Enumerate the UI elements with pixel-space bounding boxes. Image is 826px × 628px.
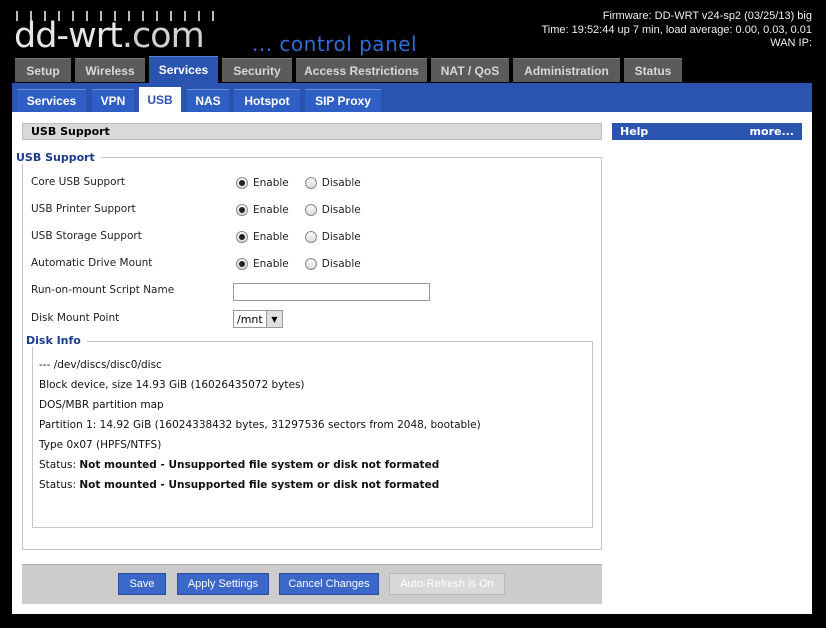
tab-security[interactable]: Security [222,58,292,82]
main-content: USB Support USB Support Core USB Support… [12,112,812,614]
auto-mount-disable-radio[interactable] [304,258,317,270]
disable-label: Disable [321,204,361,216]
control-panel-subtitle: ... control panel [252,32,418,56]
core-usb-disable-radio[interactable] [304,177,317,189]
disable-label: Disable [321,231,361,243]
core-usb-label: Core USB Support [31,176,126,188]
usb-storage-radio-group: Enable Disable [236,231,377,243]
enable-label: Enable [253,231,289,243]
logo-main: dd-wrt [14,16,123,56]
button-bar: Save Apply Settings Cancel Changes Auto-… [22,564,602,604]
enable-label: Enable [253,258,289,270]
usb-printer-radio-group: Enable Disable [236,204,377,216]
tab-status[interactable]: Status [624,58,682,82]
tab-wireless[interactable]: Wireless [75,58,145,82]
status-value: Not mounted - Unsupported file system or… [79,479,440,491]
disk-line: Partition 1: 14.92 GiB (16024338432 byte… [39,419,481,431]
subtab-usb[interactable]: USB [139,87,181,112]
logo-tld: .com [121,16,205,56]
disk-line: DOS/MBR partition map [39,399,164,411]
subtab-sip-proxy[interactable]: SIP Proxy [305,89,381,112]
mount-point-value: /mnt [237,312,263,326]
wan-ip: WAN IP: [770,37,812,49]
mount-point-label: Disk Mount Point [31,312,120,324]
status-prefix: Status: [39,459,80,471]
logo-bar [212,11,214,21]
enable-label: Enable [253,177,289,189]
apply-settings-button[interactable]: Apply Settings [177,573,269,595]
auto-mount-radio-group: Enable Disable [236,258,377,270]
uptime-load: Time: 19:52:44 up 7 min, load average: 0… [541,23,813,36]
tab-administration[interactable]: Administration [513,58,620,82]
usb-printer-label: USB Printer Support [31,203,136,215]
usb-printer-enable-radio[interactable] [236,204,248,216]
page-title: USB Support [22,123,602,140]
cancel-changes-button[interactable]: Cancel Changes [279,573,379,595]
enable-label: Enable [253,204,289,216]
disable-label: Disable [321,177,361,189]
disk-status-line: Status: Not mounted - Unsupported file s… [39,459,439,471]
subtab-vpn[interactable]: VPN [92,89,134,112]
subtab-services[interactable]: Services [17,89,86,112]
help-title: Help [620,125,649,138]
disk-info-legend: Disk Info [24,334,87,347]
tab-setup[interactable]: Setup [15,58,71,82]
firmware-info: Firmware: DD-WRT v24-sp2 (03/25/13) big … [542,10,813,51]
core-usb-radio-group: Enable Disable [236,177,377,189]
chevron-down-icon[interactable]: ▼ [266,311,282,327]
auto-mount-enable-radio[interactable] [236,258,248,270]
firmware-version: Firmware: DD-WRT v24-sp2 (03/25/13) big [602,10,812,22]
tab-services[interactable]: Services [149,56,218,83]
disk-line: Block device, size 14.93 GiB (1602643507… [39,379,305,391]
usb-storage-disable-radio[interactable] [304,231,317,243]
disk-line: Type 0x07 (HPFS/NTFS) [39,439,162,451]
status-prefix: Status: [39,479,80,491]
usb-storage-enable-radio[interactable] [236,231,248,243]
tab-nat-qos[interactable]: NAT / QoS [431,58,509,82]
core-usb-enable-radio[interactable] [236,177,248,189]
help-panel-header: Help more... [612,123,802,140]
script-name-input[interactable] [233,283,430,301]
disk-status-line: Status: Not mounted - Unsupported file s… [39,479,439,491]
subtab-hotspot[interactable]: Hotspot [234,89,300,112]
usb-storage-label: USB Storage Support [31,230,142,242]
script-name-label: Run-on-mount Script Name [31,284,175,296]
disk-line: --- /dev/discs/disc0/disc [39,359,162,371]
save-button[interactable]: Save [118,573,166,595]
auto-mount-label: Automatic Drive Mount [31,257,153,269]
auto-refresh-button[interactable]: Auto-Refresh is On [389,573,505,595]
ddwrt-logo: dd-wrt.com [14,16,205,56]
mount-point-select[interactable]: /mnt ▼ [233,310,283,328]
subtab-nas[interactable]: NAS [187,89,229,112]
usb-support-legend: USB Support [14,151,101,164]
tab-access-restrictions[interactable]: Access Restrictions [296,58,427,82]
disable-label: Disable [321,258,361,270]
app-root: dd-wrt.com ... control panel Firmware: D… [0,0,826,628]
usb-printer-disable-radio[interactable] [304,204,317,216]
status-value: Not mounted - Unsupported file system or… [79,459,440,471]
help-more-link[interactable]: more... [750,125,794,138]
